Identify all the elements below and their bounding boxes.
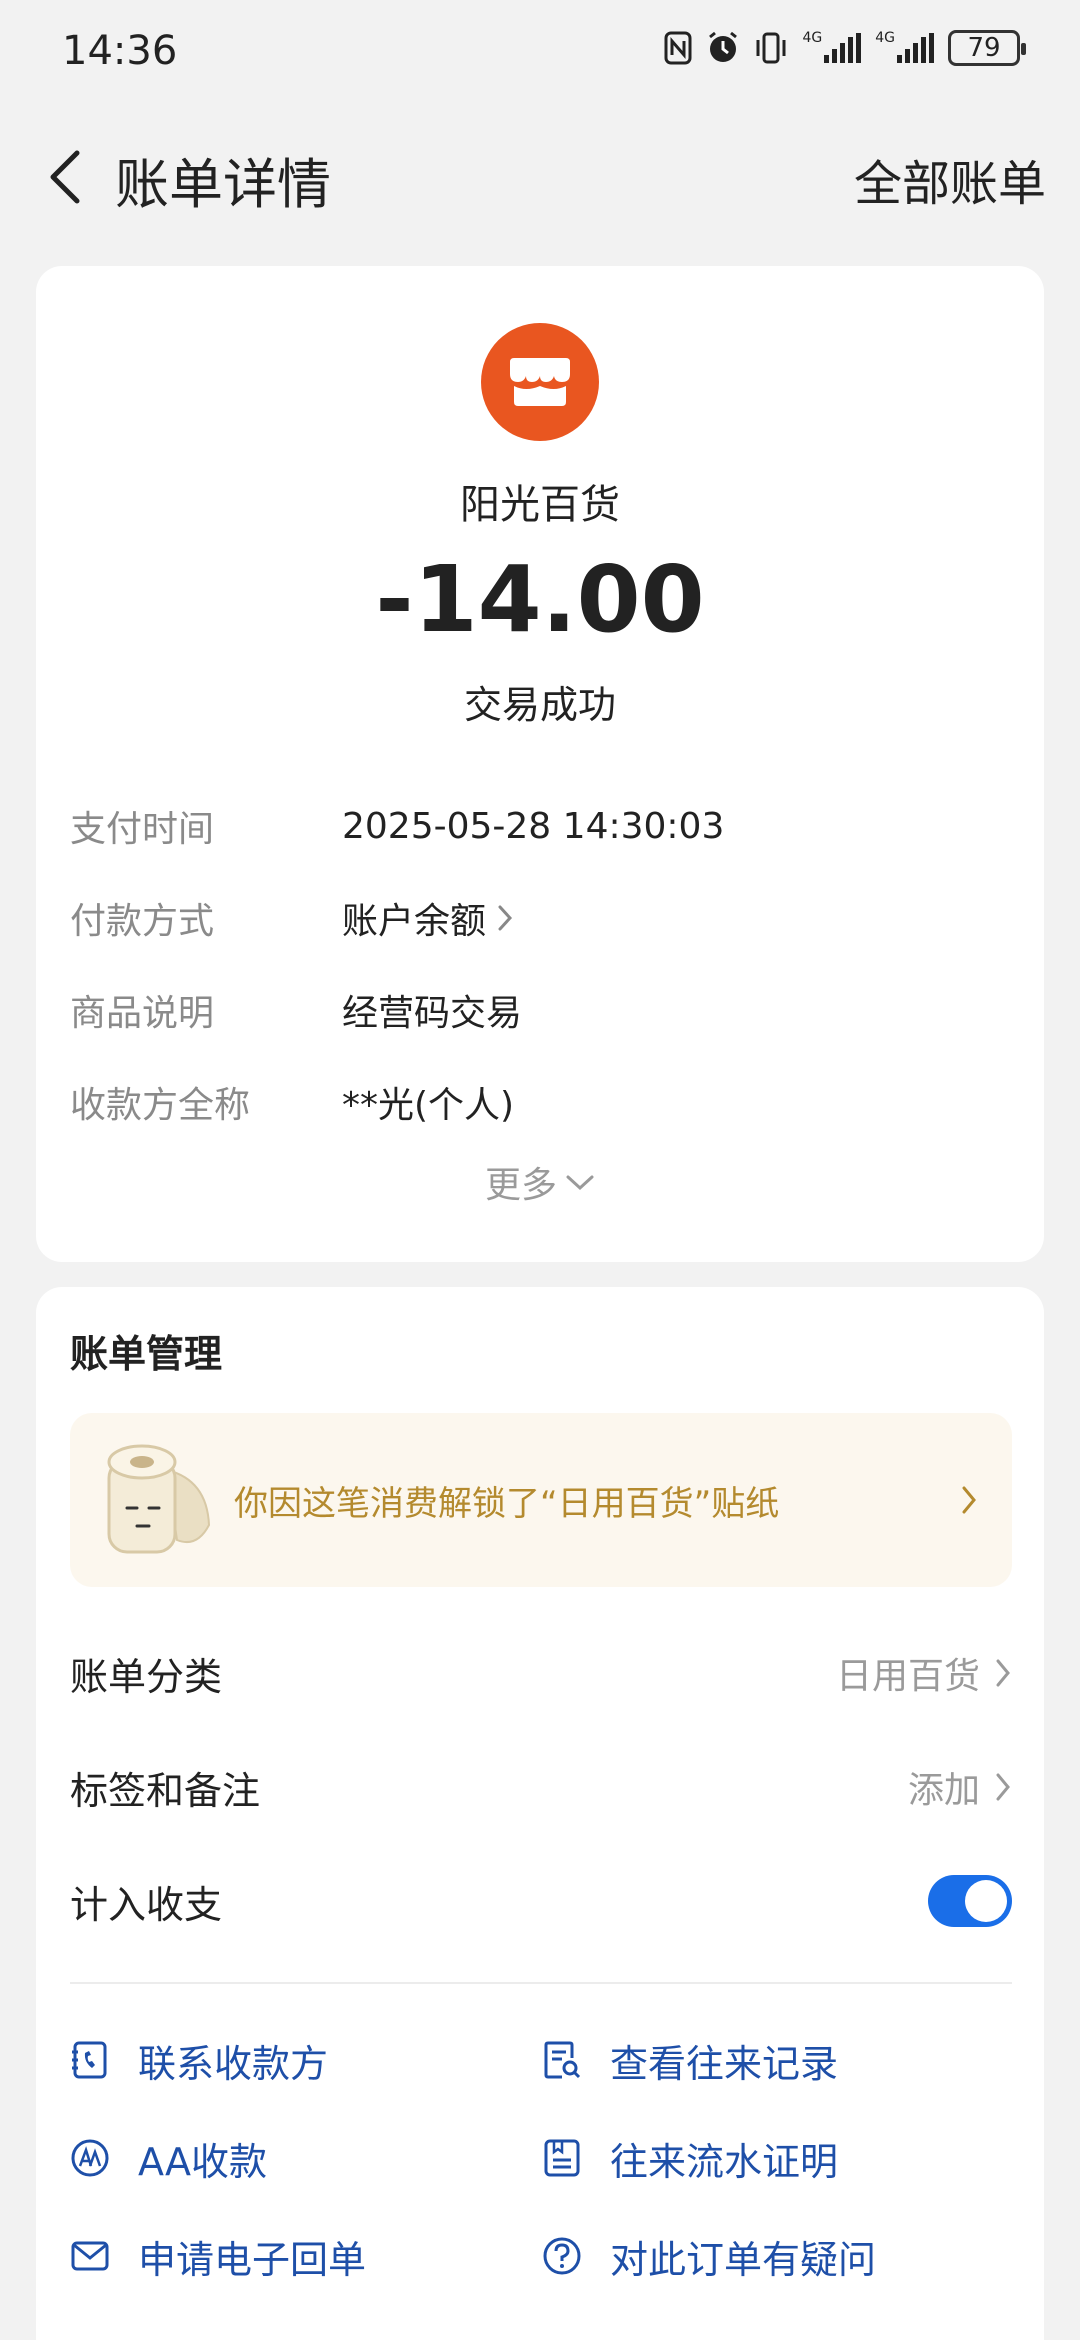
page-title: 账单详情 (115, 153, 331, 216)
chevron-down-icon (566, 1175, 594, 1191)
detail-value: 经营码交易 (342, 993, 523, 1034)
tags-notes-label: 标签和备注 (70, 1768, 261, 1813)
transaction-status: 交易成功 (463, 683, 616, 727)
toilet-roll-sticker-icon (92, 1425, 222, 1575)
more-toggle[interactable]: 更多 (36, 1156, 1044, 1208)
more-label: 更多 (484, 1165, 557, 1206)
sticker-banner[interactable]: 你因这笔消费解锁了“日用百货”贴纸 (70, 1413, 1012, 1587)
detail-row-pay-time: 支付时间 2025-05-28 14:30:03 (70, 796, 1010, 856)
battery-icon: 79 (948, 30, 1026, 66)
divider (70, 1982, 1012, 1984)
detail-value-wrap: 账户余额 (342, 892, 514, 944)
signal-icon-1: 4G (802, 31, 862, 63)
top-nav: 账单详情 全部账单 (0, 120, 1080, 230)
chevron-right-icon (996, 1773, 1010, 1801)
mail-icon (70, 2236, 110, 2276)
phone-contact-icon (70, 2040, 110, 2080)
action-label: 往来流水证明 (610, 2139, 839, 2184)
action-label: 查看往来记录 (610, 2041, 839, 2086)
merchant-name: 阳光百货 (460, 482, 620, 528)
transaction-amount: -14.00 (375, 546, 705, 653)
chevron-left-icon (50, 150, 80, 204)
tags-notes-row[interactable]: 标签和备注 添加 (70, 1747, 1012, 1827)
include-income-label: 计入收支 (70, 1882, 223, 1927)
store-icon (510, 358, 570, 406)
detail-value: 账户余额 (342, 901, 487, 942)
toggle-knob (965, 1880, 1007, 1922)
detail-value: 2025-05-28 14:30:03 (342, 805, 725, 847)
include-income-toggle[interactable] (928, 1875, 1012, 1927)
bill-category-value-wrap: 日用百货 (836, 1647, 1012, 1699)
bill-category-label: 账单分类 (70, 1654, 223, 1699)
detail-label: 支付时间 (70, 809, 215, 850)
sticker-text: 你因这笔消费解锁了“日用百货”贴纸 (234, 1483, 780, 1524)
detail-row-product: 商品说明 经营码交易 (70, 980, 1010, 1040)
e-receipt-action[interactable]: 申请电子回单 (70, 2221, 366, 2291)
vibrate-icon (754, 32, 788, 64)
status-icons: 4G 4G 79 (664, 30, 1026, 66)
detail-label: 商品说明 (70, 993, 215, 1034)
aa-collect-action[interactable]: AA收款 (70, 2123, 267, 2193)
detail-row-payee: 收款方全称 **光(个人) (70, 1072, 1010, 1132)
section-title: 账单管理 (70, 1332, 223, 1376)
tags-notes-value: 添加 (907, 1770, 980, 1811)
question-icon (542, 2236, 582, 2276)
records-search-icon (542, 2040, 582, 2080)
chevron-right-icon (996, 1659, 1010, 1687)
transaction-card: 阳光百货 -14.00 交易成功 支付时间 2025-05-28 14:30:0… (36, 266, 1044, 1262)
bill-category-value: 日用百货 (835, 1656, 980, 1697)
action-label: 联系收款方 (138, 2041, 329, 2086)
bill-management-card: 账单管理 你因这笔消费解锁了“日用百货”贴纸 账单分类 日用百货 标签和备注 添… (36, 1287, 1044, 2340)
detail-value: **光(个人) (342, 1085, 515, 1126)
alarm-icon (706, 31, 740, 65)
contact-payee-action[interactable]: 联系收款方 (70, 2025, 328, 2095)
chevron-right-icon (498, 905, 513, 931)
include-income-row: 计入收支 (70, 1861, 1012, 1941)
view-records-action[interactable]: 查看往来记录 (542, 2025, 838, 2095)
statement-proof-action[interactable]: 往来流水证明 (542, 2123, 838, 2193)
action-label: 对此订单有疑问 (610, 2237, 877, 2282)
bill-category-row[interactable]: 账单分类 日用百货 (70, 1633, 1012, 1713)
chevron-right-icon (962, 1486, 976, 1514)
merchant-logo (481, 323, 599, 441)
statement-icon (542, 2138, 582, 2178)
detail-label: 付款方式 (70, 901, 215, 942)
back-button[interactable] (30, 142, 100, 212)
action-label: AA收款 (138, 2139, 268, 2184)
status-time: 14:36 (62, 28, 178, 74)
status-bar: 14:36 4G 4G 79 (0, 0, 1080, 110)
all-bills-link[interactable]: 全部账单 (854, 144, 1046, 214)
signal-icon-2: 4G (875, 31, 934, 63)
nfc-icon (664, 31, 692, 65)
detail-label: 收款方全称 (70, 1085, 251, 1126)
order-question-action[interactable]: 对此订单有疑问 (542, 2221, 876, 2291)
action-label: 申请电子回单 (138, 2237, 367, 2282)
detail-row-pay-method[interactable]: 付款方式 账户余额 (70, 888, 1010, 948)
tags-notes-value-wrap: 添加 (908, 1761, 1012, 1813)
aa-icon (70, 2138, 110, 2178)
